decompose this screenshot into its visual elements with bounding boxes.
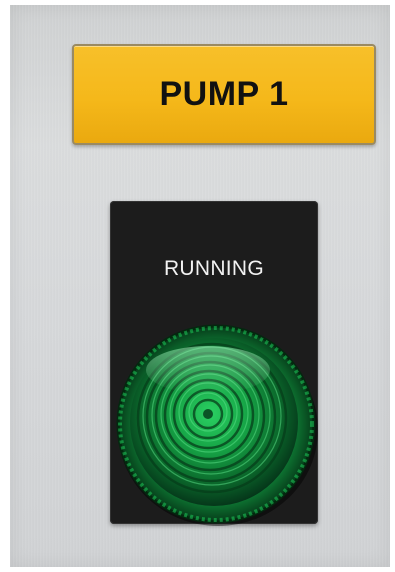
pump-nameplate: PUMP 1 — [72, 44, 376, 145]
indicator-legend-label: RUNNING — [163, 257, 265, 280]
green-pilot-light-icon — [116, 324, 318, 526]
control-panel-photo: PUMP 1 RUNNING — [0, 0, 395, 572]
nameplate-label: PUMP 1 — [159, 75, 289, 113]
